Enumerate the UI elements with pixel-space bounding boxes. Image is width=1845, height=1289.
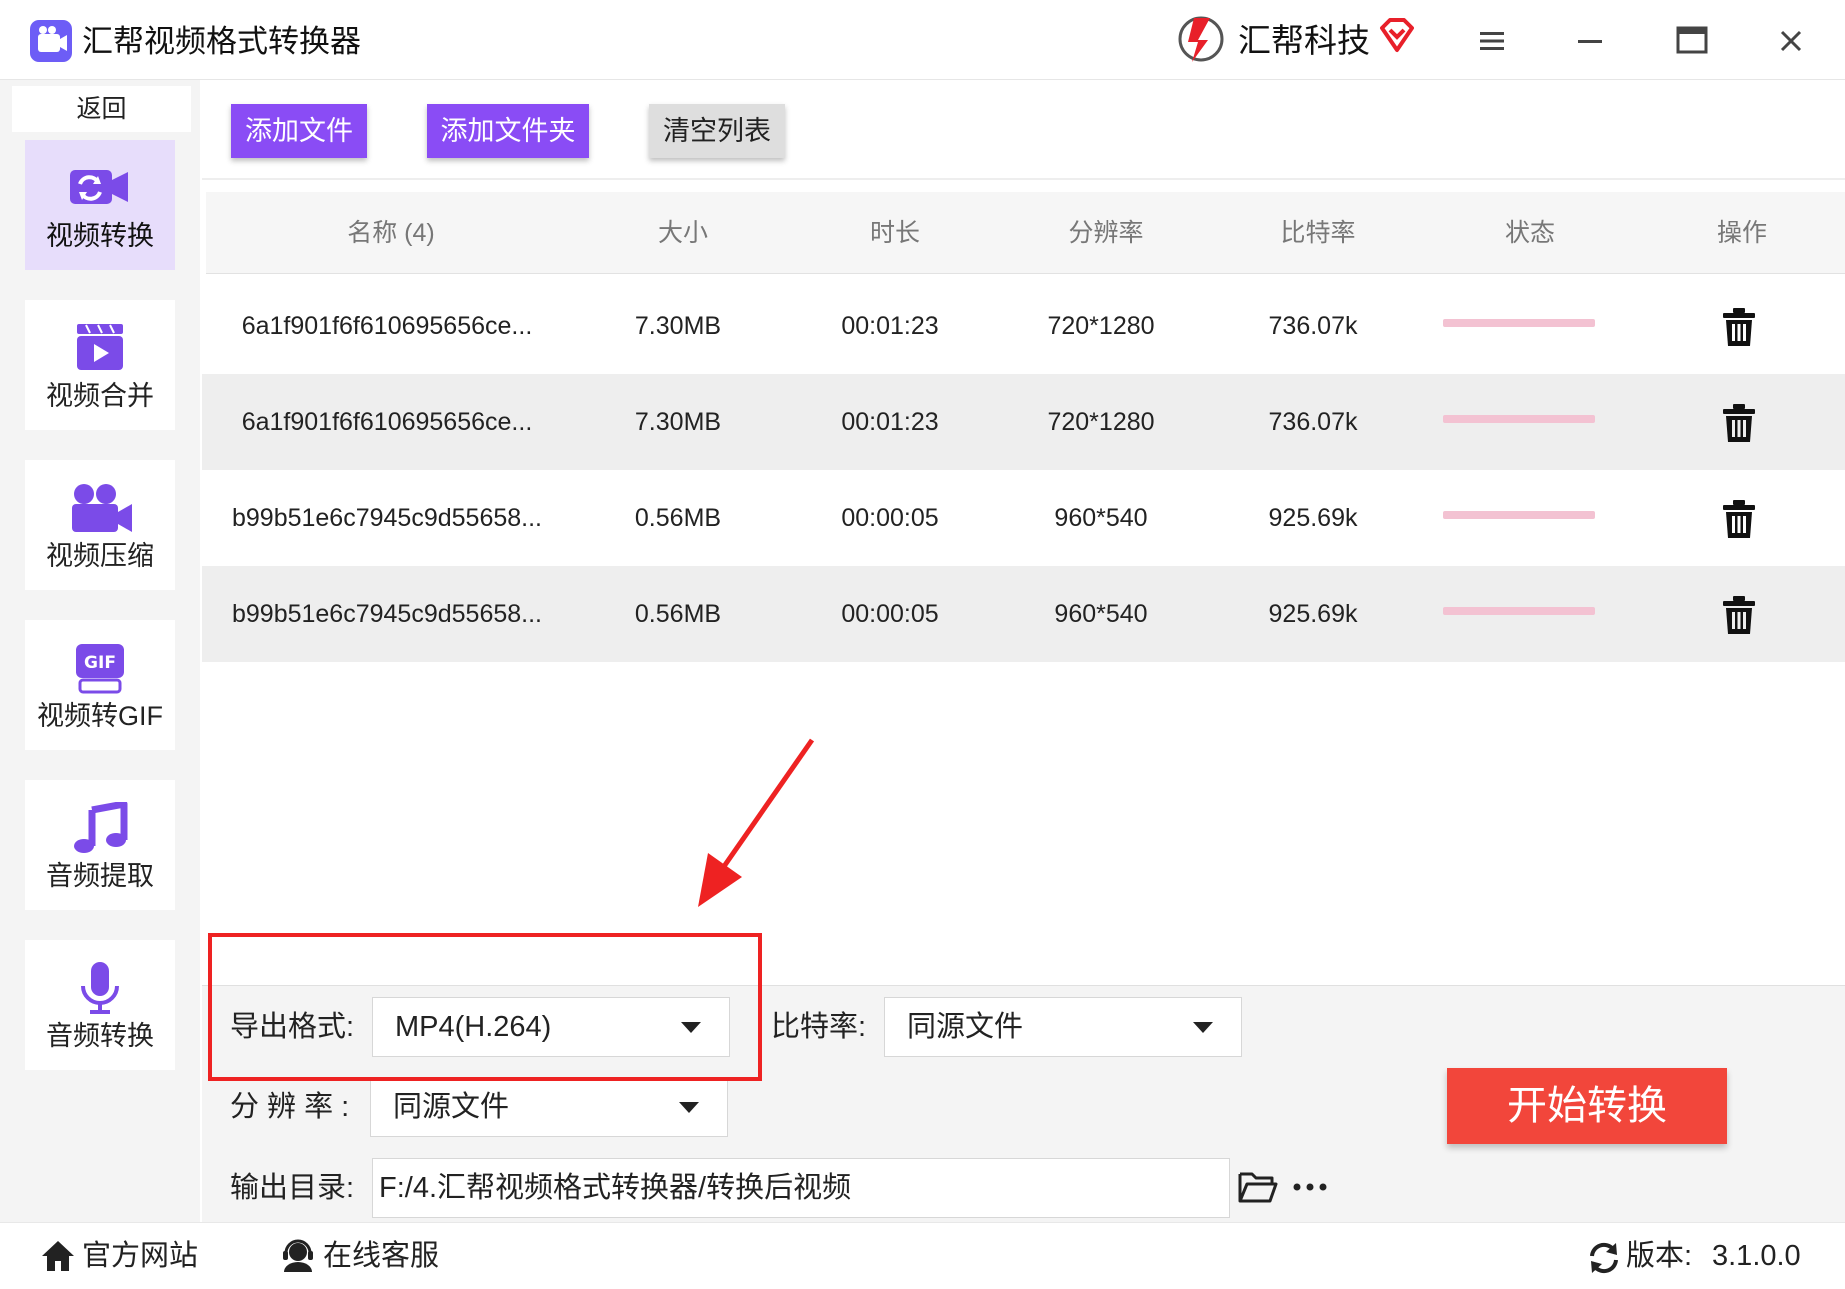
maximize-icon[interactable] [1675,24,1709,56]
version-label: 版本: [1626,1240,1693,1272]
sidebar-item-audio-extract[interactable]: 音频提取 [25,780,175,910]
column-header-name: 名称 (4) [347,219,435,247]
home-icon[interactable] [40,1238,76,1274]
status-progress-bar [1443,607,1595,615]
brand-logo-icon [1176,12,1226,64]
video-merge-icon [64,322,136,374]
file-name: b99b51e6c7945c9d55658... [231,600,542,628]
gif-icon: GIF [64,642,136,694]
customer-service-icon[interactable] [280,1238,316,1274]
online-support-link[interactable]: 在线客服 [323,1236,439,1276]
sidebar-item-label: 视频转换 [46,221,154,251]
table-row[interactable]: b99b51e6c7945c9d55658... 0.56MB 00:00:05… [202,470,1845,566]
column-header-bitrate: 比特率 [1280,219,1356,247]
resolution-select[interactable]: 同源文件 [370,1077,728,1137]
column-header-duration: 时长 [869,219,920,247]
music-note-icon [64,800,136,854]
start-convert-button[interactable]: 开始转换 [1447,1068,1727,1144]
file-size: 7.30MB [634,312,722,340]
svg-text:GIF: GIF [84,653,116,673]
table-row[interactable]: 6a1f901f6f610695656ce... 7.30MB 00:01:23… [202,374,1845,470]
output-dir-label: 输出目录: [230,1172,355,1204]
file-bitrate: 925.69k [1268,600,1358,628]
minimize-icon[interactable] [1576,28,1604,54]
file-resolution: 720*1280 [1047,408,1155,436]
footer [0,1222,1845,1289]
chevron-down-icon [1193,1022,1213,1033]
microphone-icon [64,962,136,1014]
table-row[interactable]: b99b51e6c7945c9d55658... 0.56MB 00:00:05… [202,566,1845,662]
refresh-update-icon[interactable] [1586,1240,1622,1276]
chevron-down-icon [679,1102,699,1113]
add-folder-button[interactable]: 添加文件夹 [427,104,589,158]
close-icon[interactable] [1776,26,1806,56]
sidebar-item-audio-convert[interactable]: 音频转换 [25,940,175,1070]
file-name: 6a1f901f6f610695656ce... [241,312,533,340]
file-size: 0.56MB [634,600,722,628]
file-resolution: 960*540 [1054,504,1148,532]
sidebar-item-video-compress[interactable]: 视频压缩 [25,460,175,590]
add-file-button[interactable]: 添加文件 [231,104,367,158]
output-dir-value: F:/4.汇帮视频格式转换器/转换后视频 [379,1172,852,1204]
video-compress-icon [64,482,136,534]
file-name: 6a1f901f6f610695656ce... [241,408,533,436]
annotation-highlight-box [208,933,762,1081]
status-progress-bar [1443,319,1595,327]
status-progress-bar [1443,511,1595,519]
sidebar-item-video-convert[interactable]: 视频转换 [25,140,175,270]
delete-trash-icon[interactable] [1721,404,1757,442]
file-resolution: 720*1280 [1047,312,1155,340]
file-duration: 00:00:05 [841,504,939,532]
bitrate-value: 同源文件 [907,1011,1024,1043]
sidebar-item-video-merge[interactable]: 视频合并 [25,300,175,430]
sidebar-item-label: 音频转换 [46,1021,154,1051]
brand-name: 汇帮科技 [1238,22,1370,59]
version-value: 3.1.0.0 [1712,1240,1801,1272]
more-options-icon[interactable] [1290,1174,1330,1200]
file-duration: 00:00:05 [841,600,939,628]
delete-trash-icon[interactable] [1721,308,1757,346]
sidebar-item-label: 视频转GIF [37,701,163,731]
file-bitrate: 925.69k [1268,504,1358,532]
clear-list-button[interactable]: 清空列表 [649,104,785,158]
resolution-value: 同源文件 [393,1091,510,1123]
sidebar-item-label: 视频合并 [46,381,154,411]
delete-trash-icon[interactable] [1721,500,1757,538]
app-title: 汇帮视频格式转换器 [82,24,361,59]
column-header-resolution: 分辨率 [1068,219,1144,247]
column-header-size: 大小 [657,219,708,247]
sidebar-item-video-to-gif[interactable]: GIF 视频转GIF [25,620,175,750]
back-button[interactable]: 返回 [12,86,191,132]
bitrate-select[interactable]: 同源文件 [884,997,1242,1057]
folder-open-icon[interactable] [1238,1170,1278,1204]
status-progress-bar [1443,415,1595,423]
app-logo-icon [30,20,72,62]
file-name: b99b51e6c7945c9d55658... [231,504,542,532]
vip-diamond-icon[interactable] [1378,16,1416,56]
file-duration: 00:01:23 [841,408,939,436]
file-size: 7.30MB [634,408,722,436]
file-bitrate: 736.07k [1268,312,1358,340]
annotation-arrow-icon [698,738,815,907]
output-dir-input[interactable]: F:/4.汇帮视频格式转换器/转换后视频 [372,1158,1230,1218]
sidebar-item-label: 视频压缩 [46,541,154,571]
menu-icon[interactable] [1478,28,1506,54]
official-website-link[interactable]: 官方网站 [82,1236,198,1276]
file-duration: 00:01:23 [841,312,939,340]
file-bitrate: 736.07k [1268,408,1358,436]
column-header-action: 操作 [1716,219,1767,247]
delete-trash-icon[interactable] [1721,596,1757,634]
column-header-status: 状态 [1504,219,1555,247]
video-convert-icon [64,162,136,214]
sidebar-item-label: 音频提取 [46,861,154,891]
table-row[interactable]: 6a1f901f6f610695656ce... 7.30MB 00:01:23… [202,278,1845,374]
file-size: 0.56MB [634,504,722,532]
resolution-label: 分 辨 率 : [230,1091,350,1123]
bitrate-label: 比特率: [771,1011,867,1043]
file-resolution: 960*540 [1054,600,1148,628]
